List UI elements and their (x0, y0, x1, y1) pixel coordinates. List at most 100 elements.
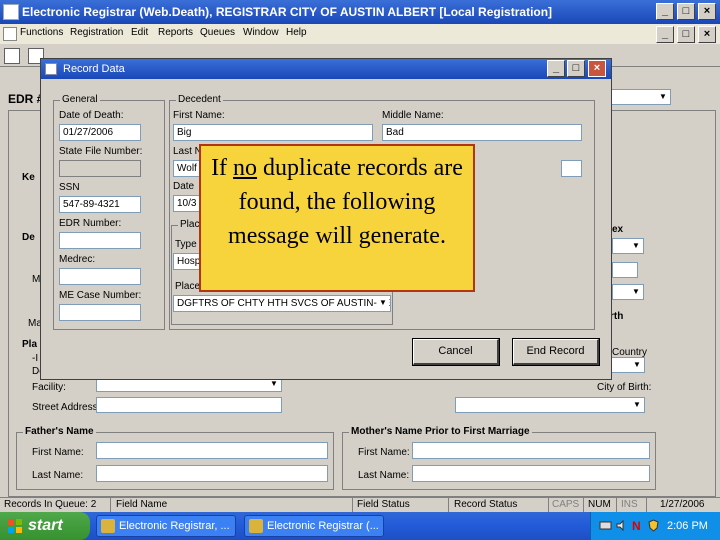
chevron-down-icon: ▼ (633, 360, 641, 369)
medrec-label: Medrec: (59, 254, 96, 265)
mother-last-name-label: Last Name: (358, 470, 410, 481)
first-name-label: First Name: (173, 110, 225, 121)
field-status: Field Status (357, 499, 410, 510)
edr-number-field-label: EDR Number: (59, 218, 122, 229)
father-last-name-label: Last Name: (32, 470, 84, 481)
document-icon (3, 27, 17, 41)
start-label: start (28, 517, 63, 534)
menu-window[interactable]: Window (243, 27, 279, 38)
place-name-label: Place (175, 281, 201, 292)
bg-label-ex: ex (612, 224, 624, 235)
middle-name-label: Middle Name: (382, 110, 444, 121)
mother-first-name-input[interactable] (412, 442, 650, 459)
last-name-label: Last N (173, 146, 202, 157)
chevron-down-icon: ▼ (377, 297, 389, 309)
chevron-down-icon: ▼ (632, 241, 640, 250)
clock: 2:06 PM (667, 520, 708, 532)
general-group-title: General (60, 94, 100, 105)
callout-text-before: If (211, 155, 234, 181)
city-of-birth-select[interactable]: ▼ (455, 397, 645, 413)
registrar-app-icon (249, 519, 263, 533)
child-close-button[interactable]: × (698, 26, 716, 43)
network-icon[interactable] (599, 519, 612, 532)
menu-queues[interactable]: Queues (200, 27, 235, 38)
state-file-number-input (59, 160, 141, 177)
place-name-select[interactable]: DGFTRS OF CHTY HTH SVCS OF AUSTIN-SE ▼ (173, 295, 391, 312)
bg-label-rth: rth (610, 311, 624, 322)
street-address-label: Street Address: (32, 402, 101, 413)
taskbar-item-label: Electronic Registrar, ... (119, 520, 230, 532)
me-case-number-label: ME Case Number: (59, 290, 142, 301)
security-shield-icon[interactable] (647, 519, 660, 532)
field-name-status: Field Name (116, 499, 168, 510)
volume-icon[interactable] (615, 519, 628, 532)
facility-label: Facility: (32, 382, 66, 393)
print-icon[interactable] (4, 48, 20, 64)
middle-name-input[interactable]: Bad (382, 124, 582, 141)
sex-select[interactable]: ▼ (612, 238, 644, 254)
taskbar-item-registrar-2[interactable]: Electronic Registrar (... (244, 515, 384, 537)
decedent-group-title: Decedent (176, 94, 223, 105)
callout-text-after: duplicate records are found, the followi… (228, 155, 463, 249)
chevron-down-icon: ▼ (633, 400, 641, 409)
city-of-birth-label: City of Birth: (597, 382, 652, 393)
background-select-right[interactable]: ▼ (612, 284, 644, 300)
ssn-label: SSN (59, 182, 80, 193)
suffix-input[interactable] (561, 160, 582, 177)
mothers-name-title: Mother's Name Prior to First Marriage (349, 426, 532, 437)
num-indicator: NUM (588, 499, 611, 510)
first-name-input[interactable]: Big (173, 124, 373, 141)
dialog-title-bar: Record Data _ □ × (41, 59, 611, 79)
date-of-death-label: Date of Death: (59, 110, 124, 121)
mother-last-name-input[interactable] (412, 465, 650, 482)
status-bar: Records In Queue: 2 Field Name Field Sta… (0, 497, 720, 513)
date-of-death-input[interactable]: 01/27/2006 (59, 124, 141, 141)
start-button[interactable]: start (0, 512, 90, 540)
system-tray: N 2:06 PM (590, 512, 720, 540)
child-minimize-button[interactable]: _ (656, 26, 674, 43)
menu-functions[interactable]: Functions (20, 27, 63, 38)
taskbar-item-registrar-1[interactable]: Electronic Registrar, ... (96, 515, 236, 537)
menu-registration[interactable]: Registration (70, 27, 123, 38)
menu-help[interactable]: Help (286, 27, 307, 38)
dialog-maximize-button[interactable]: □ (567, 60, 585, 77)
edr-number-label: EDR # (8, 92, 44, 106)
street-address-input[interactable] (96, 397, 282, 413)
cancel-button[interactable]: Cancel (412, 338, 500, 366)
state-file-number-label: State File Number: (59, 146, 143, 157)
records-in-queue: Records In Queue: 2 (4, 499, 97, 510)
dialog-close-button[interactable]: × (588, 60, 606, 77)
end-record-button[interactable]: End Record (512, 338, 600, 366)
ssn-input[interactable]: 547-89-4321 (59, 196, 141, 213)
windows-logo-icon (8, 519, 22, 533)
maximize-button[interactable]: □ (677, 3, 695, 20)
svg-text:N: N (632, 519, 641, 532)
menu-reports[interactable]: Reports (158, 27, 193, 38)
background-top-select[interactable]: ▼ (605, 89, 671, 105)
me-case-number-input[interactable] (59, 304, 141, 321)
registrar-app-icon (101, 519, 115, 533)
record-status: Record Status (454, 499, 518, 510)
background-field-right[interactable] (612, 262, 638, 278)
dialog-title: Record Data (63, 63, 125, 75)
medrec-input[interactable] (59, 268, 141, 285)
date-of-birth-label: Date (173, 181, 195, 192)
annotation-callout: If no duplicate records are found, the f… (199, 144, 475, 292)
father-last-name-input[interactable] (96, 465, 328, 482)
minimize-button[interactable]: _ (656, 3, 674, 20)
chevron-down-icon: ▼ (659, 92, 667, 101)
child-restore-button[interactable]: □ (677, 26, 695, 43)
dialog-minimize-button[interactable]: _ (547, 60, 565, 77)
antivirus-icon[interactable]: N (631, 519, 644, 532)
father-first-name-input[interactable] (96, 442, 328, 459)
edr-number-input[interactable] (59, 232, 141, 249)
bg-label-de: De (22, 232, 35, 243)
menu-bar: Functions Registration Edit Reports Queu… (0, 24, 720, 44)
menu-edit[interactable]: Edit (131, 27, 148, 38)
taskbar: start Electronic Registrar, ... Electron… (0, 512, 720, 540)
place-name-value: DGFTRS OF CHTY HTH SVCS OF AUSTIN-SE (177, 298, 391, 309)
close-button[interactable]: × (698, 3, 716, 20)
bg-label-ke: Ke (22, 172, 35, 183)
mother-first-name-label: First Name: (358, 447, 410, 458)
app-title: Electronic Registrar (Web.Death), REGIST… (22, 5, 553, 19)
